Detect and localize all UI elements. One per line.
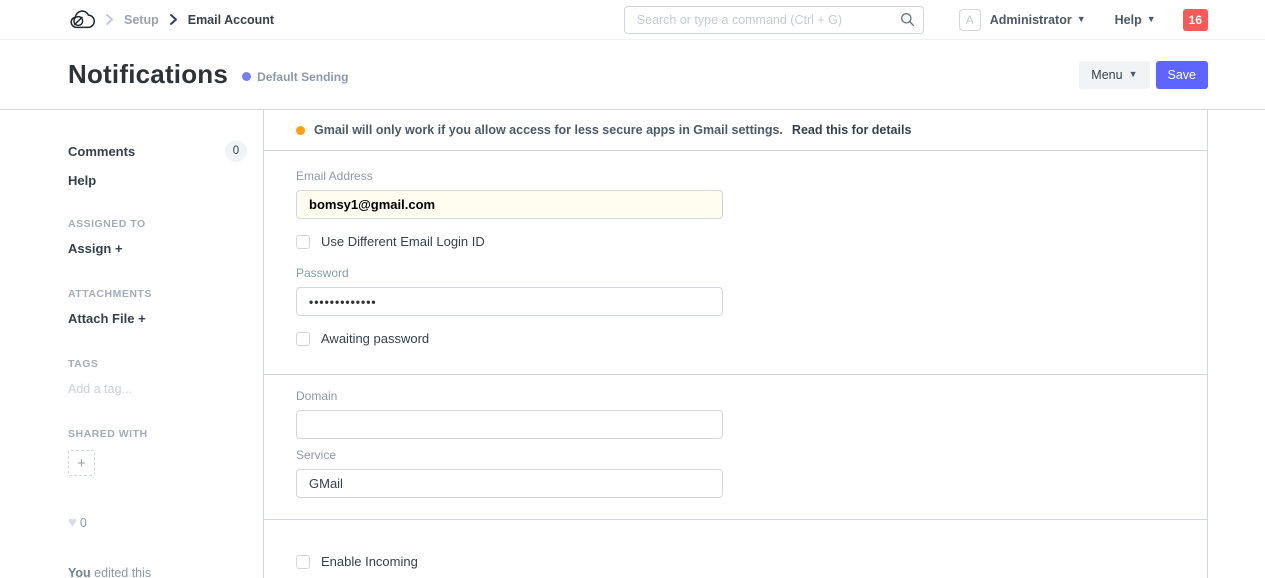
add-share-button[interactable]: + — [68, 450, 95, 476]
email-account-form: Gmail will only work if you allow access… — [263, 110, 1208, 578]
breadcrumb-setup[interactable]: Setup — [124, 13, 159, 27]
attach-file-button[interactable]: Attach File + — [68, 311, 146, 326]
user-menu[interactable]: Administrator ▼ — [990, 13, 1086, 27]
service-field[interactable] — [296, 469, 723, 498]
tags-heading: TAGS — [68, 358, 247, 370]
notifications-badge[interactable]: 16 — [1183, 9, 1208, 31]
like-count: 0 — [80, 516, 87, 530]
user-menu-label: Administrator — [990, 13, 1072, 27]
indicator-label: Default Sending — [257, 70, 348, 84]
comments-link[interactable]: Comments — [68, 144, 135, 159]
breadcrumb-email-account[interactable]: Email Account — [188, 13, 274, 27]
page-title: Notifications — [68, 59, 228, 90]
help-row[interactable]: Help — [68, 173, 247, 188]
like-control[interactable]: ♥ 0 — [68, 514, 247, 531]
gmail-warning-banner: Gmail will only work if you allow access… — [264, 110, 1207, 151]
awaiting-password-checkbox[interactable] — [296, 332, 310, 346]
email-address-label: Email Address — [296, 169, 1175, 183]
warning-details-link[interactable]: Read this for details — [792, 123, 911, 137]
chevron-down-icon: ▼ — [1077, 15, 1086, 24]
last-edited-note: You edited this 28 minutes ago — [68, 565, 247, 578]
warning-text: Gmail will only work if you allow access… — [314, 123, 783, 137]
awaiting-password-checkbox-row[interactable]: Awaiting password — [296, 331, 1175, 346]
search-icon — [900, 12, 915, 32]
login-section: Email Address Use Different Email Login … — [264, 151, 1207, 374]
assigned-to-section: ASSIGNED TO Assign + — [68, 218, 247, 258]
app-logo-icon[interactable] — [68, 9, 95, 30]
search-input[interactable] — [624, 6, 924, 34]
chevron-down-icon: ▼ — [1129, 70, 1138, 79]
awaiting-password-label: Awaiting password — [321, 331, 429, 346]
incoming-section: Enable Incoming — [264, 519, 1207, 578]
edited-text: edited this — [91, 566, 151, 578]
email-address-field[interactable] — [296, 190, 723, 219]
password-field[interactable] — [296, 287, 723, 316]
comments-row[interactable]: Comments 0 — [68, 140, 247, 162]
assign-button[interactable]: Assign + — [68, 241, 123, 256]
domain-service-section: Domain Service — [264, 374, 1207, 519]
use-different-login-label: Use Different Email Login ID — [321, 234, 485, 249]
heart-icon[interactable]: ♥ — [68, 514, 77, 531]
navbar-brand: Setup Email Account — [68, 9, 274, 30]
domain-label: Domain — [296, 389, 1175, 403]
warning-dot-icon — [296, 126, 305, 135]
help-menu[interactable]: Help ▼ — [1115, 13, 1156, 27]
top-navbar: Setup Email Account A Administrator ▼ He… — [0, 0, 1265, 40]
attachments-section: ATTACHMENTS Attach File + — [68, 288, 247, 328]
chevron-down-icon: ▼ — [1147, 15, 1156, 24]
help-menu-label: Help — [1115, 13, 1142, 27]
use-different-login-checkbox[interactable] — [296, 235, 310, 249]
edited-by: You — [68, 566, 91, 578]
enable-incoming-checkbox-row[interactable]: Enable Incoming — [296, 554, 1175, 569]
page-header: Notifications Default Sending Menu ▼ Sav… — [0, 40, 1265, 110]
chevron-right-icon — [105, 13, 114, 26]
menu-button-label: Menu — [1091, 68, 1122, 82]
comments-count-badge: 0 — [225, 140, 247, 162]
global-search — [624, 6, 924, 34]
shared-with-heading: SHARED WITH — [68, 428, 247, 440]
menu-button[interactable]: Menu ▼ — [1079, 61, 1149, 89]
domain-field[interactable] — [296, 410, 723, 439]
navbar-right: A Administrator ▼ Help ▼ 16 — [959, 9, 1208, 31]
service-label: Service — [296, 448, 1175, 462]
indicator-dot-icon — [242, 72, 251, 81]
user-avatar[interactable]: A — [959, 9, 981, 31]
save-button[interactable]: Save — [1156, 61, 1209, 89]
attachments-heading: ATTACHMENTS — [68, 288, 247, 300]
form-sidebar: Comments 0 Help ASSIGNED TO Assign + ATT… — [0, 110, 263, 578]
breadcrumb: Setup Email Account — [124, 13, 274, 27]
shared-with-section: SHARED WITH + — [68, 428, 247, 476]
use-different-login-checkbox-row[interactable]: Use Different Email Login ID — [296, 234, 1175, 249]
page-actions: Menu ▼ Save — [1079, 61, 1208, 89]
help-link[interactable]: Help — [68, 173, 96, 188]
enable-incoming-checkbox[interactable] — [296, 555, 310, 569]
password-label: Password — [296, 266, 1175, 280]
content-area: Comments 0 Help ASSIGNED TO Assign + ATT… — [0, 110, 1265, 578]
assigned-to-heading: ASSIGNED TO — [68, 218, 247, 230]
enable-incoming-label: Enable Incoming — [321, 554, 418, 569]
add-tag-input[interactable] — [68, 382, 198, 396]
status-indicator: Default Sending — [242, 70, 348, 84]
chevron-right-icon — [169, 13, 178, 26]
tags-section: TAGS — [68, 358, 247, 398]
